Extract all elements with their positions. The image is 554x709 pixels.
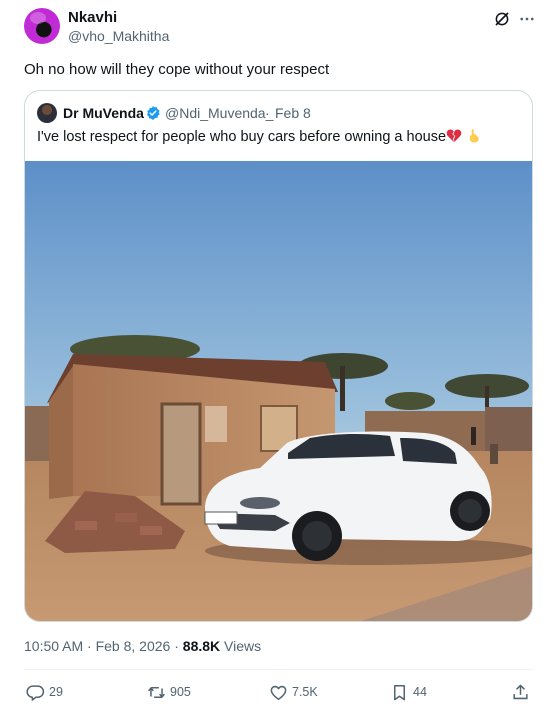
share-icon <box>513 684 528 699</box>
author-avatar[interactable] <box>24 8 60 44</box>
quoted-tweet[interactable]: Dr MuVenda @Ndi_Muvenda_ · Feb 8 I've lo… <box>24 90 533 622</box>
tweet-text: Oh no how will they cope without your re… <box>24 61 330 78</box>
like-button[interactable]: 7.5K <box>269 682 318 702</box>
views-count: 88.8K <box>182 638 221 654</box>
repost-button[interactable]: 905 <box>147 682 191 702</box>
post-meta: 10:50 AM · Feb 8, 2026 · 88.8K Views <box>24 638 261 654</box>
quoted-text-content: I've lost respect for people who buy car… <box>37 129 447 145</box>
quoted-author-avatar[interactable] <box>37 103 57 123</box>
quoted-photo[interactable] <box>25 161 532 622</box>
bookmark-count: 44 <box>413 685 427 699</box>
quoted-text: I've lost respect for people who buy car… <box>37 127 482 147</box>
repost-count: 905 <box>170 685 191 699</box>
like-icon <box>270 685 287 700</box>
timestamp[interactable]: 10:50 AM · Feb 8, 2026 <box>24 638 170 654</box>
more-icon[interactable] <box>518 10 536 28</box>
grok-icon[interactable] <box>493 10 511 28</box>
like-count: 7.5K <box>292 685 318 699</box>
meta-separator: · <box>174 638 183 654</box>
share-button[interactable] <box>511 682 530 702</box>
divider <box>24 669 533 670</box>
author-name[interactable]: Nkavhi <box>68 9 117 26</box>
reply-button[interactable]: 29 <box>26 682 63 702</box>
author-handle[interactable]: @vho_Makhitha <box>68 28 169 44</box>
hand-emoji <box>470 129 479 143</box>
reply-count: 29 <box>49 685 63 699</box>
broken-heart-emoji <box>446 129 462 143</box>
bookmark-button[interactable]: 44 <box>390 682 427 702</box>
tweet: Nkavhi @vho_Makhitha Oh no how will they… <box>0 0 554 709</box>
quoted-author-handle[interactable]: @Ndi_Muvenda_ <box>165 105 273 121</box>
bookmark-icon <box>393 684 406 700</box>
repost-icon <box>148 686 165 698</box>
views-label: Views <box>224 638 262 654</box>
quoted-separator: · <box>265 105 270 121</box>
reply-icon <box>26 684 45 701</box>
verified-icon <box>147 106 160 120</box>
quoted-date[interactable]: Feb 8 <box>275 105 311 121</box>
quoted-author-name[interactable]: Dr MuVenda <box>63 105 144 121</box>
